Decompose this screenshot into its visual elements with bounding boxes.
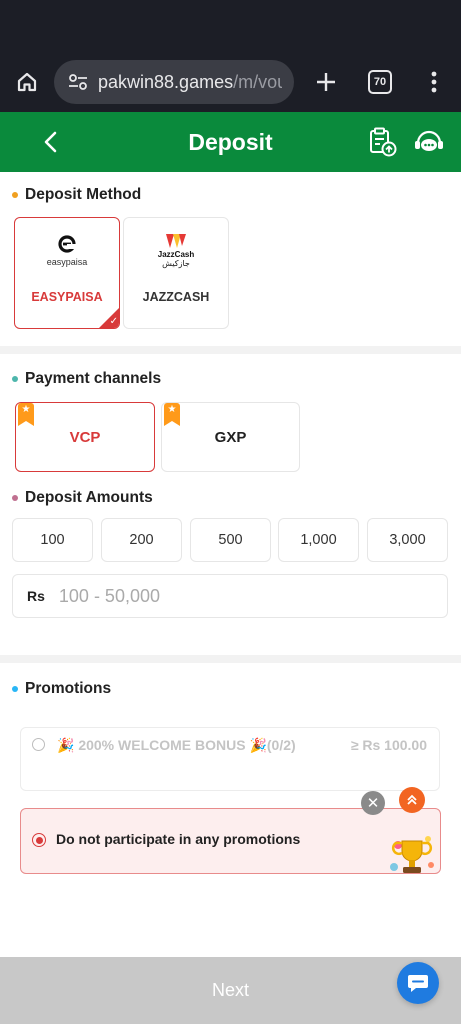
amount-option-1000[interactable]: 1,000 — [278, 518, 359, 562]
page-title: Deposit — [188, 128, 273, 155]
section-dot — [12, 376, 18, 382]
hot-badge-icon: ★ — [18, 403, 34, 426]
scroll-up-icon[interactable] — [399, 787, 425, 813]
home-icon[interactable] — [10, 65, 44, 99]
promo-title: 🎉 200% WELCOME BONUS 🎉(0/2) — [57, 737, 296, 753]
amount-option-200[interactable]: 200 — [101, 518, 182, 562]
selected-check-icon: ✓ — [99, 308, 119, 328]
trophy-icon[interactable] — [384, 827, 440, 883]
back-icon[interactable] — [36, 127, 66, 157]
channel-vcp[interactable]: ★ VCP — [15, 402, 155, 472]
promo-radio[interactable] — [32, 738, 45, 751]
close-icon[interactable]: ✕ — [361, 791, 385, 815]
method-easypaisa[interactable]: easypaisa EASYPAISA ✓ — [14, 217, 120, 329]
customer-service-icon[interactable] — [412, 126, 446, 158]
chat-icon[interactable] — [397, 962, 439, 1004]
browser-toolbar: pakwin88.games/m/vouc 70 — [0, 52, 461, 112]
hot-badge-icon: ★ — [164, 403, 180, 426]
next-button[interactable]: Next — [0, 957, 461, 1024]
url-text: pakwin88.games/m/vouc — [98, 71, 282, 92]
promotions-heading: Promotions — [12, 680, 111, 698]
app-header: Deposit — [0, 112, 461, 172]
tab-switcher-button[interactable]: 70 — [368, 70, 392, 94]
payment-channels-heading: Payment channels — [12, 370, 161, 388]
amount-option-100[interactable]: 100 — [12, 518, 93, 562]
jazzcash-logo: JazzCash جازکیش — [124, 230, 228, 270]
promo-welcome-bonus[interactable]: 🎉 200% WELCOME BONUS 🎉(0/2) ≥ Rs 100.00 — [20, 727, 440, 791]
deposit-amounts-heading: Deposit Amounts — [12, 489, 153, 507]
status-bar — [0, 0, 461, 52]
more-menu-icon[interactable] — [420, 68, 448, 96]
channel-gxp[interactable]: ★ GXP — [161, 402, 300, 472]
amount-option-3000[interactable]: 3,000 — [367, 518, 448, 562]
section-divider — [0, 346, 461, 354]
deposit-form: Deposit Method easypaisa EASYPAISA ✓ Jaz… — [0, 172, 461, 952]
no-promotion-radio[interactable] — [32, 833, 46, 847]
deposit-method-heading: Deposit Method — [12, 186, 141, 204]
method-jazzcash[interactable]: JazzCash جازکیش JAZZCASH — [123, 217, 229, 329]
no-promotion-label: Do not participate in any promotions — [56, 831, 301, 847]
no-promotion-option[interactable]: Do not participate in any promotions — [20, 808, 441, 874]
currency-label: Rs — [27, 588, 45, 604]
promo-min-amount: ≥ Rs 100.00 — [350, 737, 427, 753]
section-divider — [0, 655, 461, 663]
section-dot — [12, 192, 18, 198]
amount-option-500[interactable]: 500 — [190, 518, 271, 562]
amount-input[interactable] — [58, 585, 419, 607]
section-dot — [12, 686, 18, 692]
easypaisa-logo: easypaisa — [15, 230, 119, 270]
amount-field[interactable]: Rs — [12, 574, 448, 618]
deposit-record-icon[interactable] — [366, 126, 398, 158]
new-tab-icon[interactable] — [310, 64, 342, 100]
section-dot — [12, 495, 18, 501]
address-bar[interactable]: pakwin88.games/m/vouc — [54, 60, 294, 104]
site-settings-icon[interactable] — [66, 70, 90, 94]
